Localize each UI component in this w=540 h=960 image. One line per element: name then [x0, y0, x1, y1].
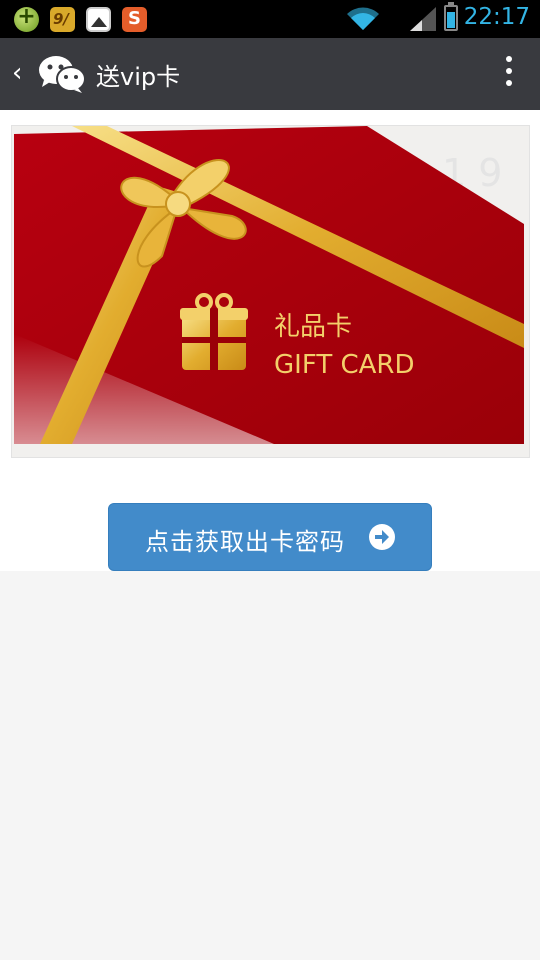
signal-icon	[410, 7, 436, 31]
card-title-en: GIFT CARD	[274, 350, 415, 380]
battery-icon	[444, 2, 458, 31]
more-menu-icon[interactable]	[506, 56, 512, 90]
gallery-icon	[86, 7, 111, 32]
main-content: 1 9 9 礼品卡 GIFT CARD	[0, 110, 540, 571]
gift-card-image: 1 9 9 礼品卡 GIFT CARD	[11, 125, 530, 458]
gift-card-graphic: 1 9 9 礼品卡 GIFT CARD	[12, 126, 529, 457]
get-card-password-button[interactable]: 点击获取出卡密码	[108, 503, 432, 571]
app-notification-icon: 9/	[50, 7, 75, 32]
clock: 22:17	[463, 4, 530, 30]
wechat-logo-icon	[39, 56, 86, 93]
wifi-icon	[347, 7, 379, 30]
app-icon-text: 9/	[53, 10, 69, 28]
status-bar: 9/ S 22:17	[0, 0, 540, 38]
app-notification-icon	[14, 4, 39, 32]
card-title-cn: 礼品卡	[274, 312, 352, 342]
page-title: 送vip卡	[96, 63, 181, 91]
app-notification-icon: S	[122, 7, 147, 32]
back-button[interactable]: ‹	[12, 58, 22, 88]
arrow-right-circle-icon	[369, 524, 395, 550]
app-header: ‹ 送vip卡	[0, 38, 540, 110]
app-icon-text: S	[128, 8, 141, 29]
button-label: 点击获取出卡密码	[145, 528, 345, 556]
